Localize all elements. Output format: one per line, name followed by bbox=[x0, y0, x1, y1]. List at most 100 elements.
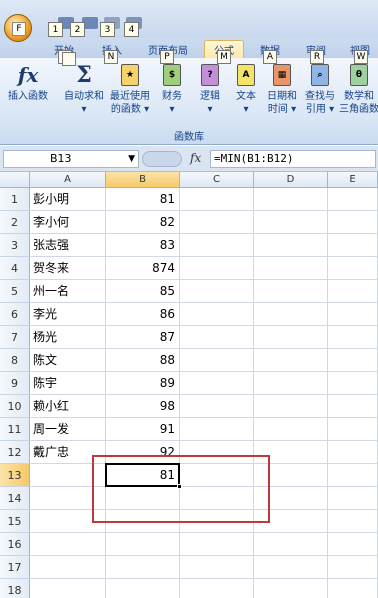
row-header[interactable]: 10 bbox=[0, 395, 30, 418]
cell-a9[interactable]: 陈宇 bbox=[30, 372, 106, 395]
cell-b7[interactable]: 87 bbox=[106, 326, 180, 349]
cell-a4[interactable]: 贺冬来 bbox=[30, 257, 106, 280]
cell-b8[interactable]: 88 bbox=[106, 349, 180, 372]
row-header[interactable]: 18 bbox=[0, 579, 30, 598]
cell-b12[interactable]: 92 bbox=[106, 441, 180, 464]
cell-d10[interactable] bbox=[254, 395, 328, 418]
cell-b3[interactable]: 83 bbox=[106, 234, 180, 257]
cell-a5[interactable]: 州一名 bbox=[30, 280, 106, 303]
cell-d12[interactable] bbox=[254, 441, 328, 464]
cell-e6[interactable] bbox=[328, 303, 378, 326]
cell-e12[interactable] bbox=[328, 441, 378, 464]
cell-c15[interactable] bbox=[180, 510, 254, 533]
cell-c9[interactable] bbox=[180, 372, 254, 395]
row-header[interactable]: 9 bbox=[0, 372, 30, 395]
cell-e13[interactable] bbox=[328, 464, 378, 487]
cell-d16[interactable] bbox=[254, 533, 328, 556]
cell-c12[interactable] bbox=[180, 441, 254, 464]
cell-e7[interactable] bbox=[328, 326, 378, 349]
cell-d17[interactable] bbox=[254, 556, 328, 579]
cell-d2[interactable] bbox=[254, 211, 328, 234]
cell-c7[interactable] bbox=[180, 326, 254, 349]
cell-e9[interactable] bbox=[328, 372, 378, 395]
cell-c13[interactable] bbox=[180, 464, 254, 487]
cell-c10[interactable] bbox=[180, 395, 254, 418]
cell-c6[interactable] bbox=[180, 303, 254, 326]
cell-e10[interactable] bbox=[328, 395, 378, 418]
column-header-e[interactable]: E bbox=[328, 172, 378, 188]
recently-used-button[interactable]: ★ 最近使用 的函数 ▾ bbox=[108, 60, 152, 126]
cell-c2[interactable] bbox=[180, 211, 254, 234]
row-header[interactable]: 2 bbox=[0, 211, 30, 234]
select-all-corner[interactable] bbox=[0, 172, 30, 188]
financial-button[interactable]: $ 财务 ▾ bbox=[156, 60, 188, 126]
lookup-reference-button[interactable]: ⌕ 查找与 引用 ▾ bbox=[302, 60, 338, 126]
row-header[interactable]: 3 bbox=[0, 234, 30, 257]
cell-a17[interactable] bbox=[30, 556, 106, 579]
fill-handle[interactable] bbox=[177, 484, 182, 489]
cell-e2[interactable] bbox=[328, 211, 378, 234]
cell-e16[interactable] bbox=[328, 533, 378, 556]
cell-b18[interactable] bbox=[106, 579, 180, 598]
cell-b10[interactable]: 98 bbox=[106, 395, 180, 418]
row-header[interactable]: 6 bbox=[0, 303, 30, 326]
row-header[interactable]: 17 bbox=[0, 556, 30, 579]
cell-c14[interactable] bbox=[180, 487, 254, 510]
cell-a18[interactable] bbox=[30, 579, 106, 598]
cell-d13[interactable] bbox=[254, 464, 328, 487]
insert-function-button[interactable]: fx 插入函数 bbox=[6, 60, 50, 126]
cell-c16[interactable] bbox=[180, 533, 254, 556]
column-header-a[interactable]: A bbox=[30, 172, 106, 188]
row-header[interactable]: 13 bbox=[0, 464, 30, 487]
cell-b6[interactable]: 86 bbox=[106, 303, 180, 326]
cell-d18[interactable] bbox=[254, 579, 328, 598]
row-header[interactable]: 5 bbox=[0, 280, 30, 303]
cell-c18[interactable] bbox=[180, 579, 254, 598]
cell-d7[interactable] bbox=[254, 326, 328, 349]
math-trig-button[interactable]: θ 数学和 三角函数 bbox=[339, 60, 378, 126]
text-button[interactable]: A 文本 ▾ bbox=[230, 60, 262, 126]
row-header[interactable]: 7 bbox=[0, 326, 30, 349]
cell-a7[interactable]: 杨光 bbox=[30, 326, 106, 349]
cell-e18[interactable] bbox=[328, 579, 378, 598]
logical-button[interactable]: ? 逻辑 ▾ bbox=[194, 60, 226, 126]
cell-e5[interactable] bbox=[328, 280, 378, 303]
cell-d14[interactable] bbox=[254, 487, 328, 510]
cell-b11[interactable]: 91 bbox=[106, 418, 180, 441]
cell-d6[interactable] bbox=[254, 303, 328, 326]
cell-e17[interactable] bbox=[328, 556, 378, 579]
cell-c8[interactable] bbox=[180, 349, 254, 372]
cell-d15[interactable] bbox=[254, 510, 328, 533]
cell-d1[interactable] bbox=[254, 188, 328, 211]
cell-c11[interactable] bbox=[180, 418, 254, 441]
row-header[interactable]: 15 bbox=[0, 510, 30, 533]
row-header[interactable]: 12 bbox=[0, 441, 30, 464]
cell-a11[interactable]: 周一发 bbox=[30, 418, 106, 441]
cell-d11[interactable] bbox=[254, 418, 328, 441]
cell-b5[interactable]: 85 bbox=[106, 280, 180, 303]
name-box[interactable]: B13 ▼ bbox=[3, 150, 139, 168]
cell-c5[interactable] bbox=[180, 280, 254, 303]
row-header[interactable]: 8 bbox=[0, 349, 30, 372]
cell-c3[interactable] bbox=[180, 234, 254, 257]
cell-a14[interactable] bbox=[30, 487, 106, 510]
cell-e15[interactable] bbox=[328, 510, 378, 533]
cell-e11[interactable] bbox=[328, 418, 378, 441]
cell-a16[interactable] bbox=[30, 533, 106, 556]
cell-c17[interactable] bbox=[180, 556, 254, 579]
cell-e3[interactable] bbox=[328, 234, 378, 257]
row-header[interactable]: 4 bbox=[0, 257, 30, 280]
cell-c4[interactable] bbox=[180, 257, 254, 280]
formula-bar-resize-handle[interactable] bbox=[142, 151, 182, 167]
cell-d5[interactable] bbox=[254, 280, 328, 303]
column-header-c[interactable]: C bbox=[180, 172, 254, 188]
cell-a3[interactable]: 张志强 bbox=[30, 234, 106, 257]
formula-input[interactable]: =MIN(B1:B12) bbox=[210, 150, 376, 168]
cell-a8[interactable]: 陈文 bbox=[30, 349, 106, 372]
cell-d3[interactable] bbox=[254, 234, 328, 257]
cell-d9[interactable] bbox=[254, 372, 328, 395]
cell-e8[interactable] bbox=[328, 349, 378, 372]
row-header[interactable]: 14 bbox=[0, 487, 30, 510]
cell-b13[interactable]: 81 bbox=[106, 464, 180, 487]
cell-b4[interactable]: 874 bbox=[106, 257, 180, 280]
